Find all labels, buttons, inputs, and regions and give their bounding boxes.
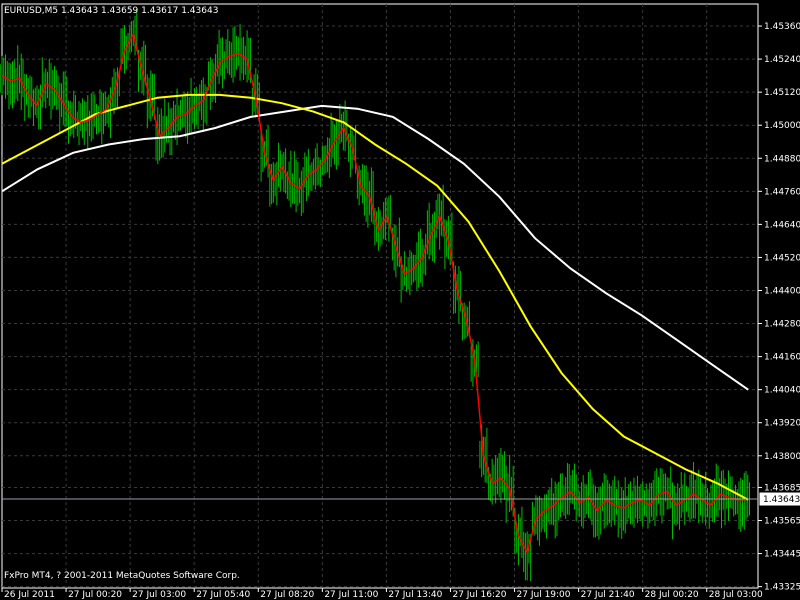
- x-tick-label: 27 Jul 05:40: [196, 590, 250, 600]
- x-tick-label: 27 Jul 03:00: [132, 590, 186, 600]
- x-tick-label: 28 Jul 03:00: [709, 590, 763, 600]
- current-price-tag: 1.43643: [759, 492, 800, 506]
- x-tick-label: 27 Jul 08:20: [260, 590, 314, 600]
- y-tick-label: 1.43920: [764, 419, 800, 429]
- symbol-header: EURUSD,M5 1.43643 1.43659 1.43617 1.4364…: [4, 6, 218, 16]
- y-tick-label: 1.44880: [764, 154, 800, 164]
- y-tick-label: 1.44760: [764, 187, 800, 197]
- x-tick-label: 27 Jul 11:00: [324, 590, 378, 600]
- current-price-label: 1.43643: [763, 495, 800, 505]
- y-tick-label: 1.43445: [764, 550, 800, 560]
- x-tick-label: 27 Jul 13:40: [388, 590, 442, 600]
- y-tick-label: 1.45240: [764, 55, 800, 65]
- x-tick-label: 27 Jul 21:40: [581, 590, 635, 600]
- y-tick-label: 1.45360: [764, 22, 800, 32]
- price-chart[interactable]: 1.45360 1.45240 1.45120 1.45000 1.44880 1.447…: [0, 0, 800, 600]
- x-tick-label: 28 Jul 00:20: [645, 590, 699, 600]
- x-tick-label: 27 Jul 19:00: [517, 590, 571, 600]
- y-tick-label: 1.44160: [764, 353, 800, 363]
- y-tick-label: 1.44400: [764, 286, 800, 296]
- x-tick-label: 26 Jul 2011: [4, 590, 55, 600]
- y-tick-label: 1.45120: [764, 88, 800, 98]
- y-tick-label: 1.44520: [764, 253, 800, 263]
- y-tick-label: 1.44280: [764, 320, 800, 330]
- y-tick-label: 1.43565: [764, 517, 800, 527]
- x-tick-label: 27 Jul 00:20: [68, 590, 122, 600]
- y-tick-label: 1.45000: [764, 121, 800, 131]
- y-tick-label: 1.43685: [764, 483, 800, 493]
- y-tick-label: 1.44040: [764, 386, 800, 396]
- y-tick-label: 1.44640: [764, 220, 800, 230]
- copyright-text: FxPro MT4, ? 2001-2011 MetaQuotes Softwa…: [4, 571, 240, 581]
- y-tick-label: 1.43800: [764, 452, 800, 462]
- x-tick-label: 27 Jul 16:20: [452, 590, 506, 600]
- chart-background: [0, 0, 800, 600]
- y-tick-label: 1.43325: [764, 583, 800, 593]
